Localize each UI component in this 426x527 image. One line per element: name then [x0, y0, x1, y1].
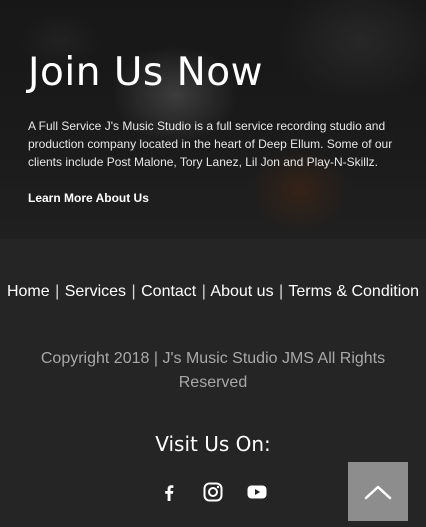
footer-link-home[interactable]: Home	[7, 283, 50, 300]
nav-separator: |	[201, 283, 206, 300]
footer-link-terms[interactable]: Terms & Condition	[288, 283, 419, 300]
nav-separator: |	[131, 283, 136, 300]
hero-description: A Full Service J's Music Studio is a ful…	[28, 119, 393, 169]
youtube-icon[interactable]	[245, 480, 269, 504]
learn-more-link[interactable]: Learn More About Us	[28, 191, 149, 205]
hero-title: Join Us Now	[28, 50, 264, 95]
nav-separator: |	[55, 283, 60, 300]
footer-nav: Home | Services | Contact | About us | T…	[0, 280, 426, 304]
footer-link-contact[interactable]: Contact	[141, 283, 196, 300]
hero-banner: Join Us Now A Full Service J's Music Stu…	[0, 0, 426, 239]
instagram-icon[interactable]	[201, 480, 225, 504]
nav-separator: |	[279, 283, 284, 300]
back-to-top-button[interactable]	[348, 462, 408, 521]
footer-link-services[interactable]: Services	[65, 283, 126, 300]
copyright-text: Copyright 2018 | J's Music Studio JMS Al…	[40, 350, 386, 391]
facebook-icon[interactable]	[157, 480, 181, 504]
chevron-up-icon	[364, 485, 392, 499]
visit-us-title: Visit Us On:	[155, 432, 271, 456]
footer-link-about[interactable]: About us	[210, 283, 273, 300]
